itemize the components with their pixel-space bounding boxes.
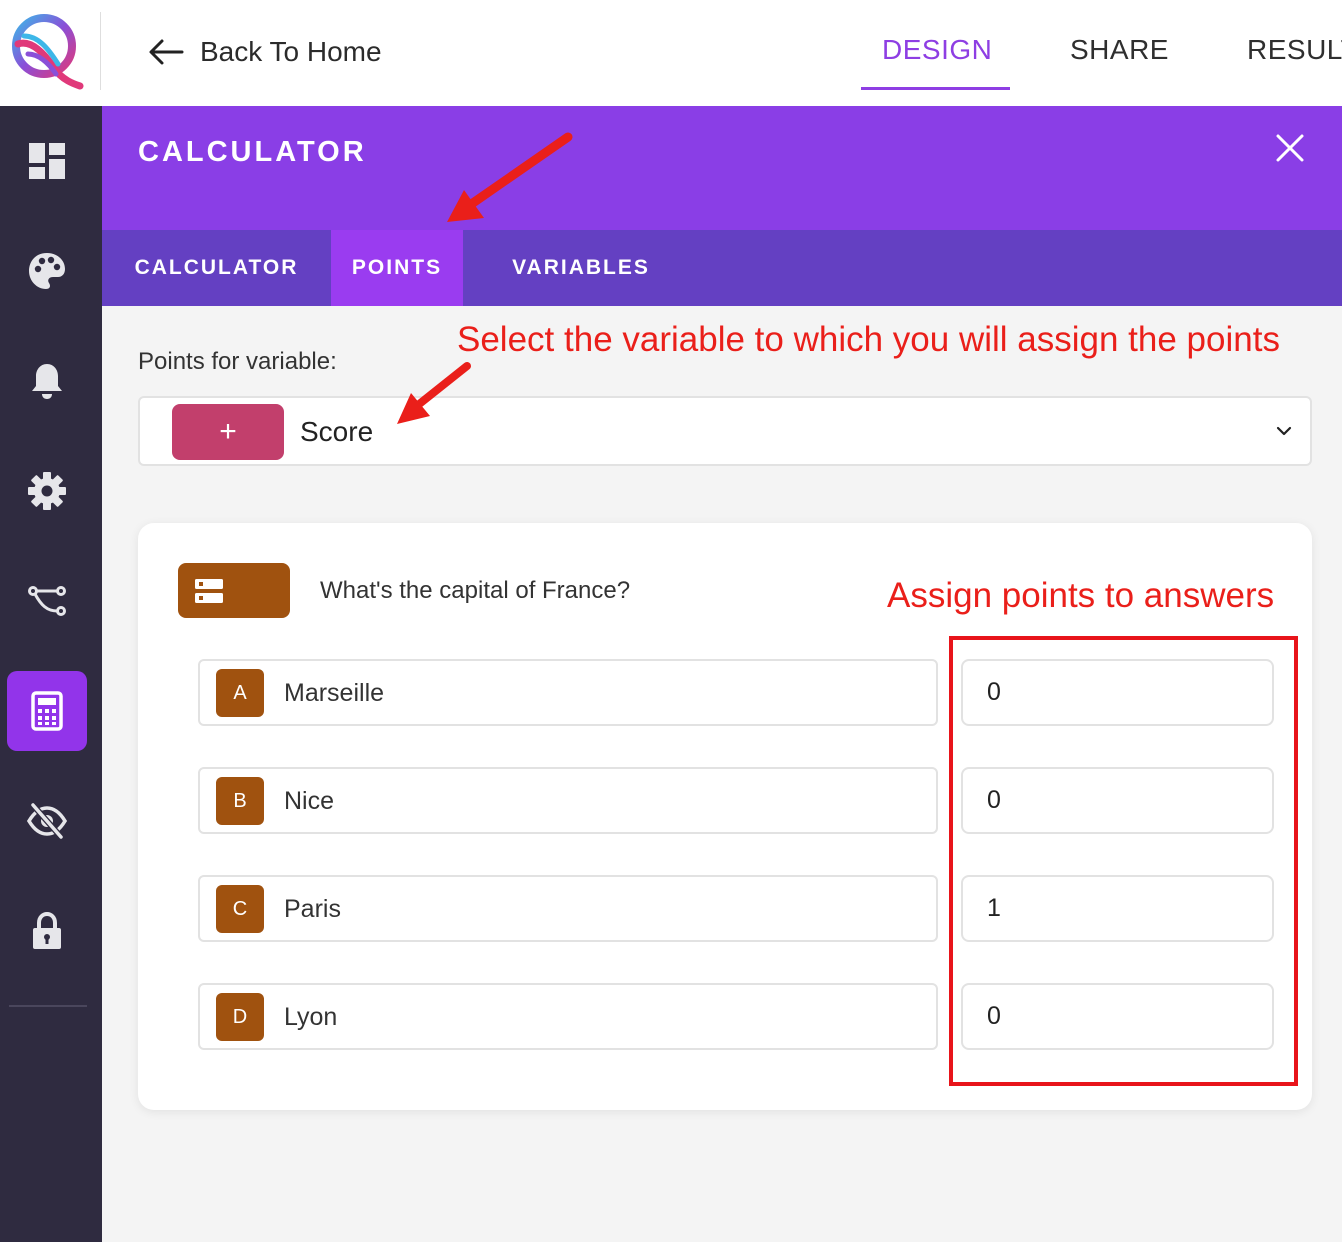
answer-row: C Paris: [198, 875, 938, 942]
sidebar-divider: [9, 1005, 87, 1007]
dashboard-icon: [29, 143, 65, 179]
back-to-home-label: Back To Home: [200, 36, 382, 67]
eye-slash-icon: [27, 803, 67, 839]
answer-text: Nice: [284, 787, 335, 815]
chevron-down-icon: [1276, 426, 1292, 436]
sidebar-item-logic[interactable]: [7, 561, 87, 641]
lock-icon: [33, 911, 61, 949]
bell-icon: [32, 364, 62, 399]
sidebar-item-notifications[interactable]: [7, 341, 87, 421]
answer-row: A Marseille: [198, 659, 938, 726]
answer-letter-badge: C: [216, 885, 264, 933]
tab-share[interactable]: SHARE: [1070, 34, 1169, 66]
gear-icon: [28, 472, 66, 510]
list-icon: [195, 578, 223, 603]
answer-row: B Nice: [198, 767, 938, 834]
sidebar: [0, 106, 102, 1242]
annotation-assign-points: Assign points to answers: [887, 576, 1275, 615]
tab-result[interactable]: RESULT: [1247, 34, 1342, 66]
annotation-select-variable: Select the variable to which you will as…: [457, 320, 1280, 359]
answer-text: Lyon: [284, 1003, 338, 1031]
calculator-icon: [31, 691, 63, 731]
subtab-points[interactable]: POINTS: [331, 230, 463, 306]
answer-letter-badge: A: [216, 669, 264, 717]
flow-icon: [28, 586, 66, 616]
close-icon[interactable]: [1272, 130, 1308, 166]
variable-chip: +: [172, 404, 284, 460]
sidebar-item-calculator[interactable]: [7, 671, 87, 751]
sidebar-item-settings[interactable]: [7, 451, 87, 531]
sidebar-item-dashboard[interactable]: [7, 121, 87, 201]
palette-icon: [29, 253, 65, 289]
calculator-panel-header: CALCULATOR: [102, 106, 1342, 230]
answer-letter-badge: B: [216, 777, 264, 825]
answer-text: Marseille: [284, 679, 385, 707]
arrow-left-icon: [149, 39, 184, 65]
answer-text: Paris: [284, 895, 341, 923]
points-for-variable-label: Points for variable:: [138, 348, 337, 375]
sidebar-item-access[interactable]: [7, 891, 87, 971]
question-type-chip: [178, 563, 290, 618]
plus-icon: +: [219, 415, 237, 448]
sidebar-item-theme[interactable]: [7, 231, 87, 311]
question-text: What's the capital of France?: [320, 577, 631, 604]
subtab-calculator[interactable]: CALCULATOR: [102, 230, 331, 306]
tab-design[interactable]: DESIGN: [882, 34, 992, 66]
top-divider: [100, 12, 101, 90]
panel-title: CALCULATOR: [138, 136, 367, 168]
variable-select[interactable]: + Score: [138, 396, 1312, 466]
active-tab-underline: [861, 87, 1010, 90]
top-bar: Back To Home DESIGN SHARE RESULT: [0, 0, 1342, 106]
app-logo[interactable]: [8, 10, 84, 90]
answer-letter-badge: D: [216, 993, 264, 1041]
back-to-home-link[interactable]: Back To Home: [148, 32, 382, 72]
annotation-highlight-box: [949, 636, 1298, 1086]
sidebar-item-visibility[interactable]: [7, 781, 87, 861]
variable-name: Score: [300, 416, 374, 447]
answer-row: D Lyon: [198, 983, 938, 1050]
calculator-subtabs: CALCULATOR POINTS VARIABLES: [102, 230, 1342, 306]
subtab-variables[interactable]: VARIABLES: [463, 230, 699, 306]
